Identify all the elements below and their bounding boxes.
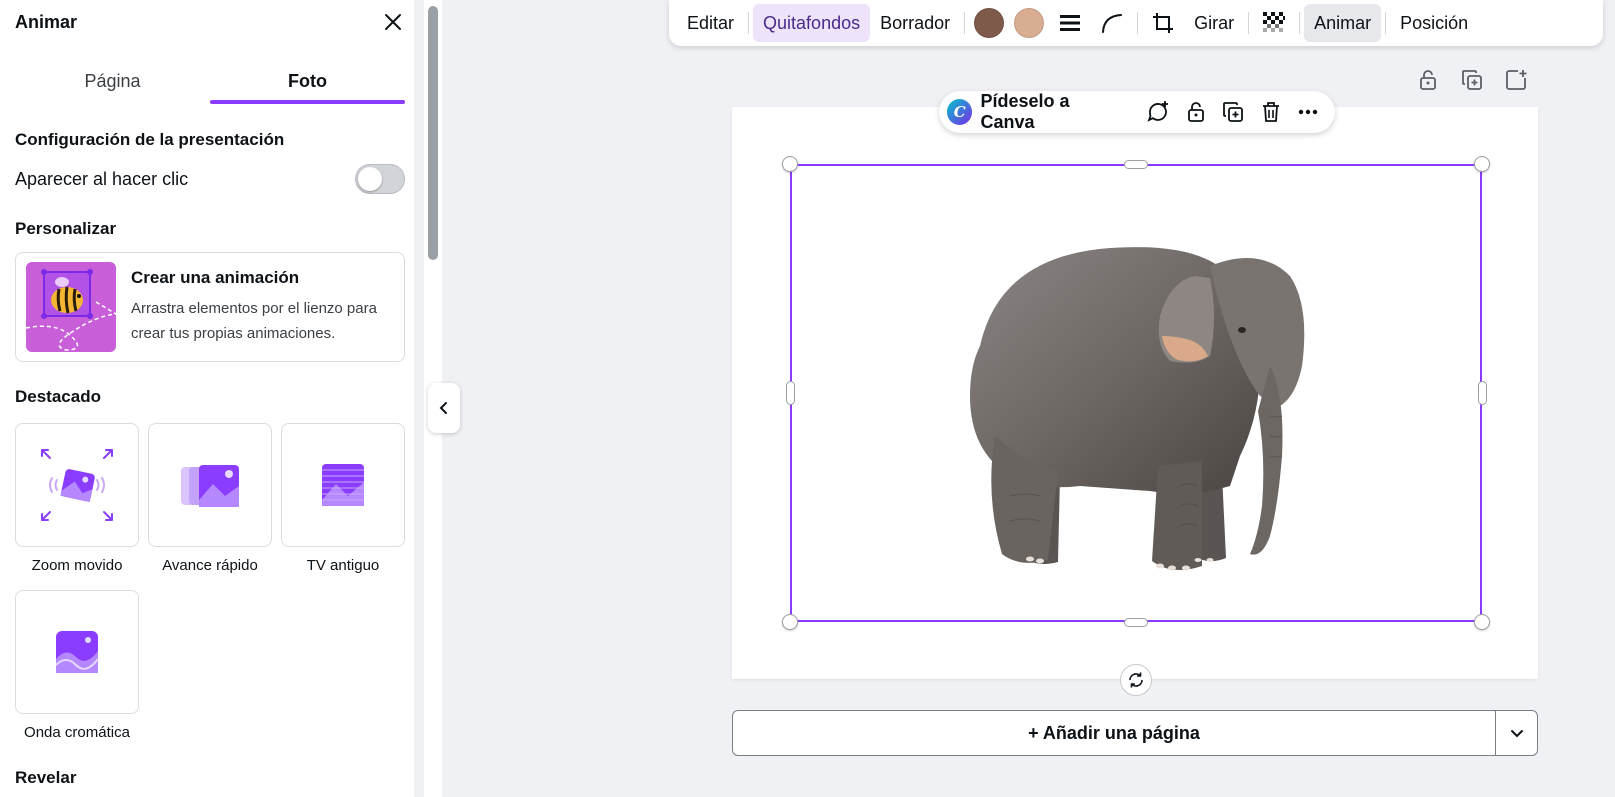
- edit-button[interactable]: Editar: [677, 4, 744, 42]
- collapse-panel-button[interactable]: [428, 383, 460, 433]
- resize-handle-top[interactable]: [1124, 160, 1148, 169]
- transparency-icon[interactable]: [1259, 8, 1289, 38]
- comment-add-icon[interactable]: [1146, 99, 1171, 125]
- resize-handle-top-left[interactable]: [782, 156, 798, 172]
- resize-handle-left[interactable]: [786, 381, 795, 405]
- color-swatch-tan[interactable]: [1014, 8, 1045, 38]
- appear-on-click-label: Aparecer al hacer clic: [15, 168, 189, 189]
- toolbar-divider: [748, 12, 750, 34]
- create-animation-thumbnail: [26, 262, 116, 352]
- tab-page[interactable]: Página: [15, 64, 210, 106]
- lock-icon[interactable]: [1183, 99, 1208, 125]
- old-tv-image-icon: [322, 464, 364, 506]
- featured-section-title: Destacado: [15, 387, 101, 406]
- create-animation-title: Crear una animación: [131, 268, 300, 287]
- lock-page-icon[interactable]: [1416, 68, 1440, 92]
- animation-avance-rapido[interactable]: Avance rápido: [148, 423, 272, 574]
- toolbar-divider: [1248, 12, 1250, 34]
- animation-onda-cromatica[interactable]: Onda cromática: [15, 590, 139, 741]
- duplicate-page-icon[interactable]: [1460, 68, 1484, 92]
- eraser-button[interactable]: Borrador: [870, 4, 960, 42]
- animation-thumbnail: [15, 590, 139, 714]
- ask-canva-toolbar: C Pídeselo a Canva: [939, 91, 1335, 133]
- color-swatch-brown[interactable]: [974, 8, 1005, 38]
- zoom-motion-icon: [41, 449, 113, 521]
- animation-thumbnail: [148, 423, 272, 547]
- rotate-button[interactable]: Girar: [1184, 4, 1244, 42]
- animation-tv-antiguo[interactable]: TV antiguo: [281, 423, 405, 574]
- panel-scrollbar[interactable]: [428, 6, 438, 260]
- toolbar-divider: [964, 12, 966, 34]
- create-animation-card[interactable]: Crear una animación Arrastra elementos p…: [15, 252, 405, 362]
- add-page-bar: + Añadir una página: [732, 710, 1538, 756]
- add-page-icon[interactable]: [1504, 68, 1528, 92]
- rotate-icon: [1129, 672, 1143, 688]
- resize-handle-bottom[interactable]: [1124, 618, 1148, 627]
- toolbar-divider: [1299, 12, 1301, 34]
- animation-zoom-movido[interactable]: Zoom movido: [15, 423, 139, 574]
- animation-label: Avance rápido: [162, 557, 258, 574]
- toolbar-divider: [1385, 12, 1387, 34]
- position-button[interactable]: Posición: [1390, 4, 1478, 42]
- panel-header: Animar: [15, 10, 405, 34]
- bg-remover-button[interactable]: Quitafondos: [753, 4, 871, 42]
- animation-thumbnail: [281, 423, 405, 547]
- presentation-section-title: Configuración de la presentación: [15, 130, 285, 149]
- create-animation-description: Arrastra elementos por el lienzo para cr…: [131, 300, 377, 342]
- corner-rounding-icon[interactable]: [1097, 8, 1127, 38]
- appear-on-click-toggle[interactable]: [355, 164, 405, 194]
- add-page-dropdown[interactable]: [1495, 711, 1537, 755]
- ask-canva-button[interactable]: Pídeselo a Canva: [980, 91, 1125, 133]
- page-actions: [1416, 68, 1528, 92]
- bee-illustration-icon: [26, 269, 116, 351]
- close-icon[interactable]: [381, 10, 405, 34]
- panel-title: Animar: [15, 11, 78, 32]
- bottom-status-bar: [464, 786, 1614, 797]
- chromatic-wave-icon: [55, 631, 99, 673]
- duplicate-icon[interactable]: [1221, 99, 1246, 125]
- toolbar-divider: [1137, 12, 1139, 34]
- animation-label: Zoom movido: [31, 557, 123, 574]
- resize-handle-right[interactable]: [1478, 381, 1487, 405]
- animate-button[interactable]: Animar: [1304, 4, 1382, 42]
- animation-label: TV antiguo: [306, 557, 380, 574]
- chevron-left-icon: [439, 402, 447, 414]
- add-page-button[interactable]: + Añadir una página: [733, 711, 1495, 755]
- trash-icon[interactable]: [1258, 99, 1283, 125]
- reveal-section-title: Revelar: [15, 768, 77, 787]
- panel-tabs: Página Foto: [15, 64, 405, 106]
- resize-handle-top-right[interactable]: [1474, 156, 1490, 172]
- fast-forward-image-icon: [181, 465, 239, 507]
- more-options-icon[interactable]: [1296, 99, 1321, 125]
- customize-section-title: Personalizar: [15, 219, 117, 238]
- appear-on-click-row: Aparecer al hacer clic: [15, 164, 405, 194]
- context-toolbar: Editar Quitafondos Borrador Girar Animar…: [669, 0, 1603, 46]
- crop-icon[interactable]: [1148, 8, 1178, 38]
- border-style-icon[interactable]: [1055, 8, 1085, 38]
- resize-handle-bottom-left[interactable]: [782, 614, 798, 630]
- resize-handle-bottom-right[interactable]: [1474, 614, 1490, 630]
- selection-frame: [790, 164, 1482, 622]
- animate-panel: Animar Página Foto Configuración de la p…: [0, 0, 414, 797]
- animation-label: Onda cromática: [24, 724, 130, 741]
- canva-logo-icon: C: [947, 99, 973, 125]
- animation-thumbnail: [15, 423, 139, 547]
- rotate-handle[interactable]: [1120, 664, 1152, 696]
- tab-photo[interactable]: Foto: [210, 64, 405, 106]
- create-animation-text: Crear una animación Arrastra elementos p…: [131, 268, 391, 346]
- chevron-down-icon: [1510, 730, 1523, 738]
